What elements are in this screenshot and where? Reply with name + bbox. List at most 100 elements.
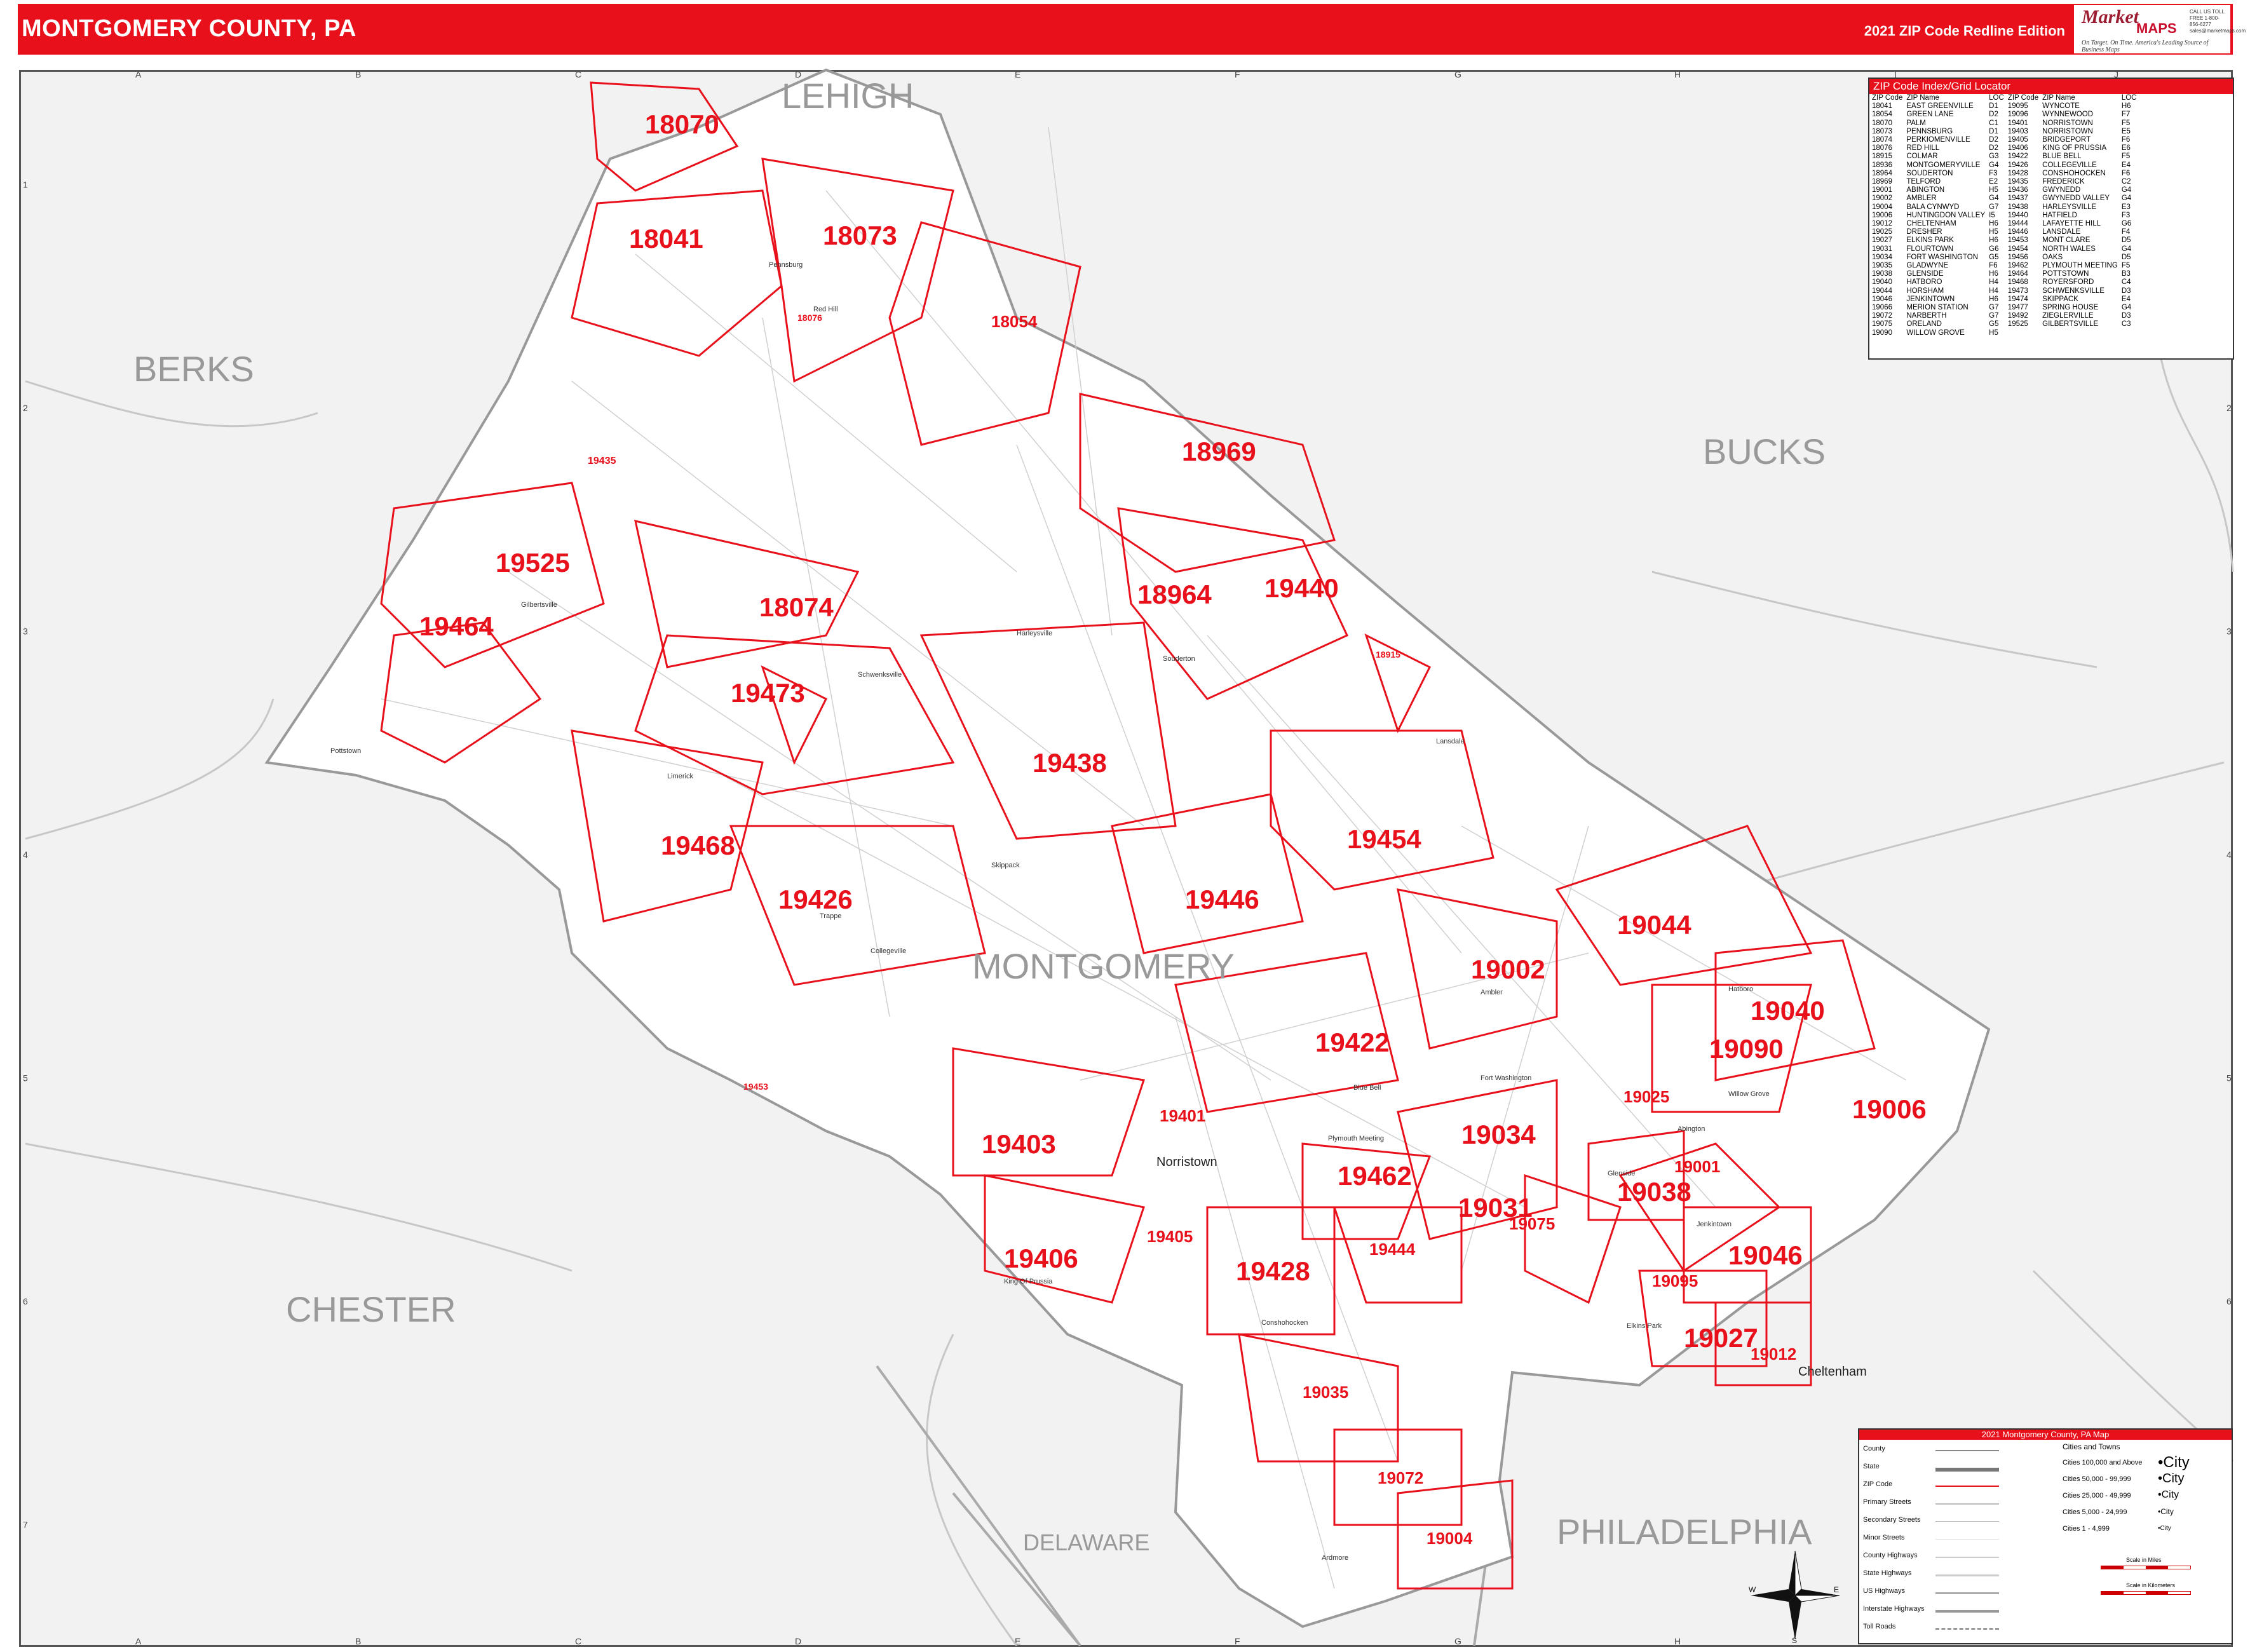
zip-index-cell: 19038 (1872, 270, 1892, 278)
zip-index-cell: D1 (1989, 102, 1998, 111)
grid-row-label: 7 (23, 1519, 28, 1529)
zip-index-cell: PLYMOUTH MEETING (2042, 262, 2118, 270)
zip-label[interactable]: 19035 (1303, 1383, 1348, 1402)
zip-label[interactable]: 18074 (759, 592, 834, 622)
zip-label[interactable]: 19406 (1004, 1243, 1078, 1273)
zip-label[interactable]: 19444 (1369, 1240, 1416, 1259)
town-label-ardmore[interactable]: Ardmore (1322, 1554, 1348, 1562)
zip-index-cell: 19044 (1872, 287, 1892, 295)
zip-label[interactable]: 19468 (661, 830, 735, 860)
zip-label[interactable]: 19525 (496, 548, 570, 578)
legend-item: Primary Streets (1863, 1498, 1911, 1506)
zip-label[interactable]: 18073 (823, 220, 897, 250)
zip-label[interactable]: 19027 (1684, 1323, 1758, 1353)
zip-label[interactable]: 19438 (1033, 748, 1107, 778)
legend-swatch (1935, 1592, 1999, 1594)
zip-label[interactable]: 19440 (1264, 573, 1339, 603)
zip-index-cell: JENKINTOWN (1906, 295, 1955, 303)
town-label-schwenksville[interactable]: Schwenksville (858, 671, 902, 679)
town-label-blue-bell[interactable]: Blue Bell (1353, 1084, 1381, 1092)
zip-label[interactable]: 19454 (1347, 824, 1421, 854)
town-label-willow-grove[interactable]: Willow Grove (1728, 1090, 1770, 1098)
town-label-cheltenham[interactable]: Cheltenham (1798, 1365, 1867, 1379)
grid-column-label: H (1674, 69, 1681, 79)
town-label-fort-washington[interactable]: Fort Washington (1481, 1074, 1531, 1082)
zip-index-cell: 18915 (1872, 152, 1892, 161)
legend-item: ZIP Code (1863, 1480, 1893, 1488)
zip-label[interactable]: 19435 (588, 456, 616, 466)
town-label-conshohocken[interactable]: Conshohocken (1261, 1319, 1308, 1327)
zip-index-cell: 18076 (1872, 144, 1892, 152)
zip-index-cell: 19422 (2007, 152, 2028, 161)
zip-index-cell: 19403 (2007, 127, 2028, 135)
town-label-trappe[interactable]: Trappe (820, 912, 841, 920)
zip-label[interactable]: 19401 (1160, 1106, 1205, 1125)
town-label-gilbertsville[interactable]: Gilbertsville (521, 601, 557, 609)
zip-label[interactable]: 19006 (1852, 1094, 1927, 1124)
zip-label[interactable]: 19426 (778, 884, 853, 914)
zip-index-cell: 19406 (2007, 144, 2028, 152)
town-label-ambler[interactable]: Ambler (1481, 989, 1503, 996)
scale-bar-km (2101, 1591, 2191, 1595)
zip-label[interactable]: 19428 (1236, 1256, 1310, 1286)
town-label-souderton[interactable]: Souderton (1163, 655, 1195, 663)
zip-label[interactable]: 19405 (1147, 1227, 1193, 1246)
town-label-red-hill[interactable]: Red Hill (813, 306, 838, 313)
zip-label[interactable]: 18969 (1182, 437, 1256, 466)
zip-label[interactable]: 19072 (1378, 1468, 1423, 1487)
zip-label[interactable]: 19034 (1461, 1120, 1536, 1149)
zip-label[interactable]: 19044 (1617, 910, 1691, 940)
zip-index-row: 19025 DRESHER H5 19446 LANSDALE F4 (1872, 228, 2140, 236)
town-label-pottstown[interactable]: Pottstown (330, 747, 361, 755)
zip-label[interactable]: 18964 (1137, 579, 1212, 609)
town-label-glenside[interactable]: Glenside (1608, 1170, 1635, 1177)
zip-label[interactable]: 19040 (1751, 996, 1825, 1026)
zip-index-cell: WILLOW GROVE (1906, 328, 1965, 337)
town-label-hatboro[interactable]: Hatboro (1728, 985, 1753, 993)
zip-label[interactable]: 18915 (1376, 649, 1400, 660)
town-label-jenkintown[interactable]: Jenkintown (1697, 1221, 1732, 1228)
zip-index-cell: HORSHAM (1906, 287, 1944, 295)
zip-label[interactable]: 19422 (1315, 1027, 1390, 1057)
town-label-pennsburg[interactable]: Pennsburg (769, 261, 803, 269)
zip-label[interactable]: 19004 (1427, 1529, 1473, 1548)
town-label-lansdale[interactable]: Lansdale (1436, 738, 1465, 745)
zip-label[interactable]: 19090 (1709, 1034, 1784, 1064)
zip-label[interactable]: 18041 (629, 224, 703, 254)
zip-index-cell: E4 (2121, 295, 2131, 303)
zip-index-header: ZIP Name (2042, 94, 2075, 102)
zip-label[interactable]: 19038 (1617, 1177, 1691, 1207)
zip-index-cell: D2 (1989, 136, 1998, 144)
zip-label[interactable]: 19001 (1674, 1157, 1720, 1176)
zip-label[interactable]: 19095 (1652, 1271, 1698, 1290)
zip-index-cell: ROYERSFORD (2042, 278, 2094, 287)
town-label-collegeville[interactable]: Collegeville (871, 947, 906, 955)
town-label-harleysville[interactable]: Harleysville (1017, 630, 1052, 637)
zip-label[interactable]: 19046 (1728, 1240, 1803, 1270)
zip-label[interactable]: 19002 (1471, 954, 1545, 984)
zip-label[interactable]: 19462 (1338, 1161, 1412, 1191)
zip-label[interactable]: 19473 (731, 678, 805, 708)
zip-index-cell: 19477 (2007, 304, 2028, 312)
legend-swatch (1935, 1450, 1999, 1451)
town-label-elkins-park[interactable]: Elkins Park (1627, 1322, 1662, 1330)
zip-label[interactable]: 19446 (1185, 884, 1259, 914)
zip-label[interactable]: 19012 (1751, 1344, 1796, 1364)
zip-label[interactable]: 18054 (991, 312, 1038, 331)
zip-label[interactable]: 19075 (1509, 1214, 1555, 1233)
zip-index-cell: 19002 (1872, 194, 1892, 203)
town-label-king-of-prussia[interactable]: King Of Prussia (1004, 1278, 1053, 1285)
zip-label[interactable]: 19403 (982, 1129, 1056, 1159)
zip-label[interactable]: 19464 (419, 611, 494, 641)
zip-index-row: 19044 HORSHAM H4 19473 SCHWENKSVILLE D3 (1872, 287, 2140, 295)
town-label-skippack[interactable]: Skippack (991, 862, 1020, 869)
zip-label[interactable]: 18076 (797, 313, 822, 323)
town-label-limerick[interactable]: Limerick (667, 773, 693, 780)
town-label-abington[interactable]: Abington (1677, 1125, 1705, 1133)
zip-label[interactable]: 18070 (645, 109, 719, 139)
town-label-norristown[interactable]: Norristown (1156, 1155, 1217, 1169)
zip-label[interactable]: 19453 (743, 1081, 768, 1092)
montgomery-county-shape[interactable] (264, 68, 1991, 1628)
town-label-plymouth-meeting[interactable]: Plymouth Meeting (1328, 1135, 1384, 1142)
zip-label[interactable]: 19025 (1623, 1087, 1669, 1106)
